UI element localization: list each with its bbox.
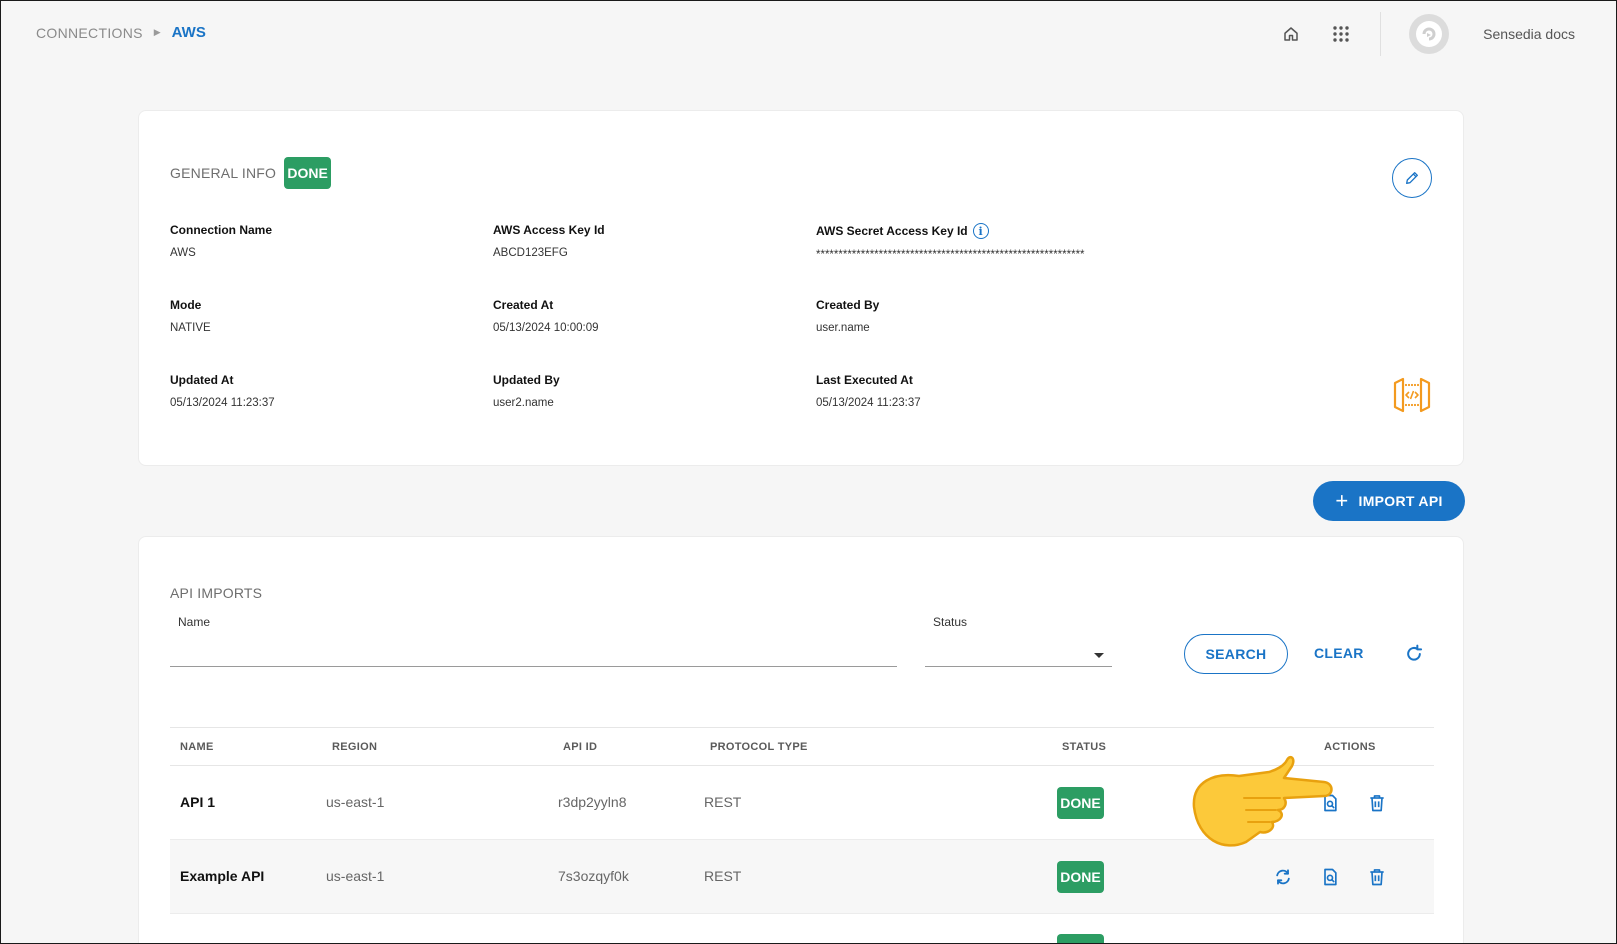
info-icon[interactable]: i — [972, 223, 989, 239]
column-header-protocol-type[interactable]: PROTOCOL TYPE — [710, 741, 808, 753]
field-value: ABCD123EFG — [493, 247, 568, 259]
row-name: Example API — [180, 868, 265, 884]
field-value: AWS — [170, 247, 196, 259]
row-api-id: r3dp2yyln8 — [558, 794, 627, 810]
field-label: Updated By — [493, 373, 560, 387]
field-mode: Mode NATIVE — [170, 298, 211, 334]
field-created-by: Created By user.name — [816, 298, 879, 334]
pointing-hand-icon — [1192, 755, 1333, 847]
status-badge: DONE — [284, 157, 332, 189]
pencil-icon — [1406, 172, 1418, 184]
status-badge: DONE — [1057, 861, 1104, 893]
field-value: 05/13/2024 11:23:37 — [816, 397, 921, 409]
plus-icon: + — [1335, 488, 1349, 513]
avatar-icon[interactable] — [1409, 14, 1450, 54]
field-label: Created At — [493, 298, 554, 312]
row-region: us-east-1 — [326, 868, 385, 884]
api-gateway-icon — [1393, 377, 1431, 413]
status-badge — [1057, 934, 1104, 944]
column-header-region[interactable]: REGION — [332, 741, 377, 753]
api-imports-title: API IMPORTS — [170, 585, 263, 601]
topbar-divider — [1380, 12, 1382, 56]
search-button[interactable]: SEARCH — [1184, 634, 1288, 674]
field-last-executed-at: Last Executed At 05/13/2024 11:23:37 — [816, 373, 921, 409]
column-header-status[interactable]: STATUS — [1062, 741, 1106, 753]
field-value-masked: ****************************************… — [816, 249, 1085, 261]
row-api-id: 7s3ozqyf0k — [558, 868, 629, 884]
user-menu-label[interactable]: Sensedia docs — [1483, 26, 1575, 42]
import-api-label: IMPORT API — [1358, 493, 1443, 509]
field-value: NATIVE — [170, 322, 211, 334]
field-created-at: Created At 05/13/2024 10:00:09 — [493, 298, 599, 334]
field-label: Last Executed At — [816, 373, 913, 387]
breadcrumb-connections-link[interactable]: CONNECTIONS — [36, 25, 143, 41]
apps-grid-icon[interactable] — [1330, 23, 1352, 45]
field-value: 05/13/2024 10:00:09 — [493, 322, 599, 334]
field-value: user2.name — [493, 397, 554, 409]
breadcrumb-chevron-icon: ▶ — [153, 27, 161, 37]
delete-icon[interactable] — [1367, 793, 1387, 813]
field-access-key-id: AWS Access Key Id ABCD123EFG — [493, 223, 605, 259]
field-label: Created By — [816, 298, 880, 312]
breadcrumb: CONNECTIONS ▶ AWS — [36, 24, 206, 41]
field-label: AWS Secret Access Key Id — [816, 224, 968, 238]
topbar-actions: Sensedia docs — [1252, 12, 1575, 56]
delete-icon[interactable] — [1367, 867, 1387, 887]
field-label: Connection Name — [170, 223, 273, 237]
table-row-partial — [170, 914, 1434, 944]
field-label: Mode — [170, 298, 202, 312]
import-api-button[interactable]: + IMPORT API — [1313, 481, 1465, 521]
field-label: Updated At — [170, 373, 234, 387]
breadcrumb-current: AWS — [171, 24, 206, 41]
edit-button[interactable] — [1392, 158, 1432, 198]
view-details-icon[interactable] — [1320, 867, 1340, 887]
general-info-header: GENERAL INFO DONE — [170, 157, 332, 189]
home-icon[interactable] — [1280, 23, 1302, 45]
general-info-title: GENERAL INFO — [170, 165, 277, 181]
api-imports-card: API IMPORTS Name Status SEARCH CLEAR NAM… — [138, 536, 1464, 944]
row-region: us-east-1 — [326, 794, 385, 810]
clear-button[interactable]: CLEAR — [1314, 645, 1364, 661]
field-value: 05/13/2024 11:23:37 — [170, 397, 275, 409]
name-filter-input[interactable] — [170, 637, 897, 667]
status-filter-label: Status — [933, 615, 968, 629]
refresh-icon[interactable] — [1404, 644, 1424, 664]
column-header-name[interactable]: NAME — [180, 741, 214, 753]
status-badge: DONE — [1057, 787, 1104, 819]
name-filter-label: Name — [178, 615, 211, 629]
column-header-api-id[interactable]: API ID — [563, 741, 597, 753]
chevron-down-icon[interactable] — [1094, 653, 1104, 658]
sync-icon[interactable] — [1273, 867, 1293, 887]
field-updated-by: Updated By user2.name — [493, 373, 560, 409]
field-updated-at: Updated At 05/13/2024 11:23:37 — [170, 373, 275, 409]
field-connection-name: Connection Name AWS — [170, 223, 272, 259]
field-label-row: AWS Secret Access Key Id i — [816, 223, 1085, 239]
row-name: API 1 — [180, 794, 216, 810]
field-secret-access-key: AWS Secret Access Key Id i *************… — [816, 223, 1085, 261]
field-value: user.name — [816, 322, 870, 334]
field-label: AWS Access Key Id — [493, 223, 605, 237]
general-info-card: GENERAL INFO DONE Connection Name AWS AW… — [138, 110, 1464, 466]
row-protocol: REST — [704, 868, 742, 884]
status-filter-select[interactable] — [925, 637, 1112, 667]
row-protocol: REST — [704, 794, 742, 810]
